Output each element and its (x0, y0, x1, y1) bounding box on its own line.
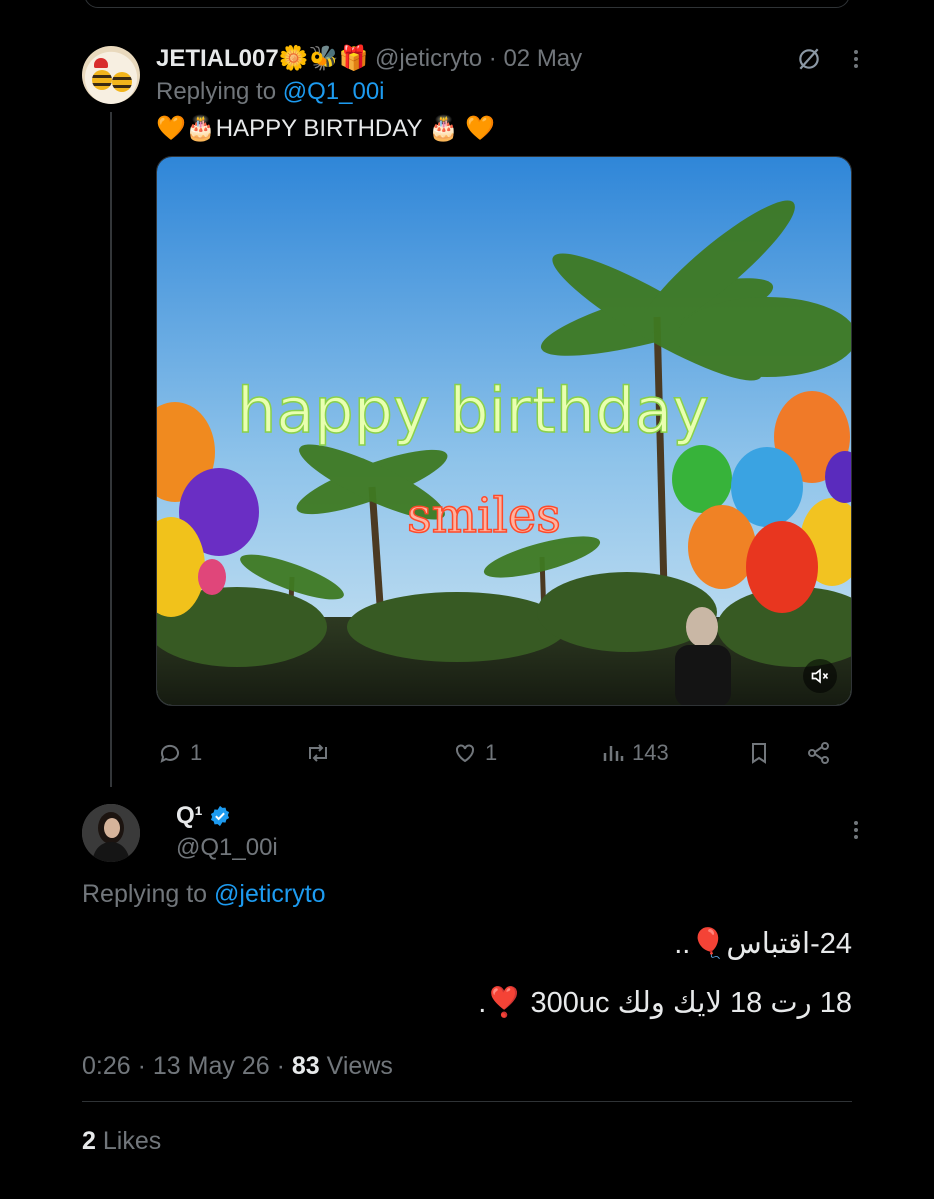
repost-button[interactable] (304, 735, 340, 771)
like-icon (456, 744, 474, 763)
meta-dot: · (137, 1052, 146, 1080)
reply-count: 1 (190, 740, 203, 765)
main-text-line-1: 24-اقتباس🎈.. (674, 928, 852, 960)
tweet-meta: 0:26 · 13 May 26 · 83 Views (82, 1052, 393, 1081)
reply-action-bar: 1 1 143 (156, 735, 852, 771)
header-separator: · (488, 45, 497, 72)
share-icon[interactable] (806, 735, 832, 771)
grok-icon[interactable] (796, 46, 822, 72)
replying-to-mention[interactable]: @Q1_00i (283, 78, 385, 105)
bee-avatar-shape (92, 70, 112, 90)
santa-hat-shape (94, 58, 108, 68)
main-more-icon[interactable] (846, 815, 866, 845)
repost-icon (309, 744, 327, 762)
tweet-time[interactable]: 0:26 (82, 1052, 131, 1080)
verified-badge-icon (210, 805, 229, 827)
tweet-date[interactable]: 13 May 26 (153, 1052, 270, 1080)
avatar-portrait-shape (82, 804, 140, 862)
main-text-line-2: 18 رت 18 لايك ولك 300uc ❣️. (478, 987, 852, 1019)
thread-connector-line (110, 112, 112, 787)
birthday-video[interactable]: happy birthday smiles (156, 156, 852, 706)
reply-text: 🧡🎂HAPPY BIRTHDAY 🎂 🧡 (156, 115, 496, 142)
bookmark-icon[interactable] (748, 735, 770, 771)
views-total: 83 (291, 1052, 320, 1080)
like-button[interactable]: 1 (453, 735, 497, 771)
bee-avatar-shape (112, 72, 132, 92)
reply-author-avatar[interactable] (82, 46, 140, 104)
main-author-name-row: Q¹ (176, 802, 231, 830)
video-neon-caption: happy birthday (237, 374, 709, 447)
reply-header: JETIAL007🌼🐝🎁 @jeticryto · 02 May (156, 44, 582, 73)
main-author-handle[interactable]: @Q1_00i (176, 834, 278, 862)
reply-replying-to: Replying to @Q1_00i (156, 78, 385, 106)
replying-to-mention[interactable]: @jeticryto (214, 880, 326, 908)
likes-total: 2 (82, 1127, 96, 1155)
reply-author-handle[interactable]: @jeticryto (375, 45, 482, 72)
main-replying-to: Replying to @jeticryto (82, 880, 326, 909)
reply-icon (160, 744, 179, 763)
reply-date[interactable]: 02 May (503, 45, 582, 72)
divider (82, 1101, 852, 1102)
mute-icon[interactable] (803, 659, 837, 693)
reply-button[interactable]: 1 (158, 735, 202, 771)
likes-label: Likes (102, 1127, 162, 1155)
likes-summary[interactable]: 2 Likes (82, 1127, 161, 1156)
replying-prefix: Replying to (82, 880, 208, 908)
views-icon (603, 746, 624, 761)
reply-author-name[interactable]: JETIAL007🌼🐝🎁 (156, 45, 368, 72)
replying-prefix: Replying to (156, 78, 277, 105)
like-count: 1 (485, 740, 498, 765)
previous-tweet-card[interactable] (84, 0, 850, 8)
main-author-avatar[interactable] (82, 804, 140, 862)
video-neon-subcaption: smiles (407, 488, 561, 544)
main-author-name[interactable]: Q¹ (176, 802, 203, 830)
views-count: 143 (632, 740, 669, 765)
meta-dot: · (276, 1052, 285, 1080)
views-label: Views (326, 1052, 393, 1080)
video-frame: happy birthday smiles (157, 157, 851, 705)
views-button[interactable]: 143 (602, 735, 669, 771)
reply-more-icon[interactable] (846, 44, 866, 74)
